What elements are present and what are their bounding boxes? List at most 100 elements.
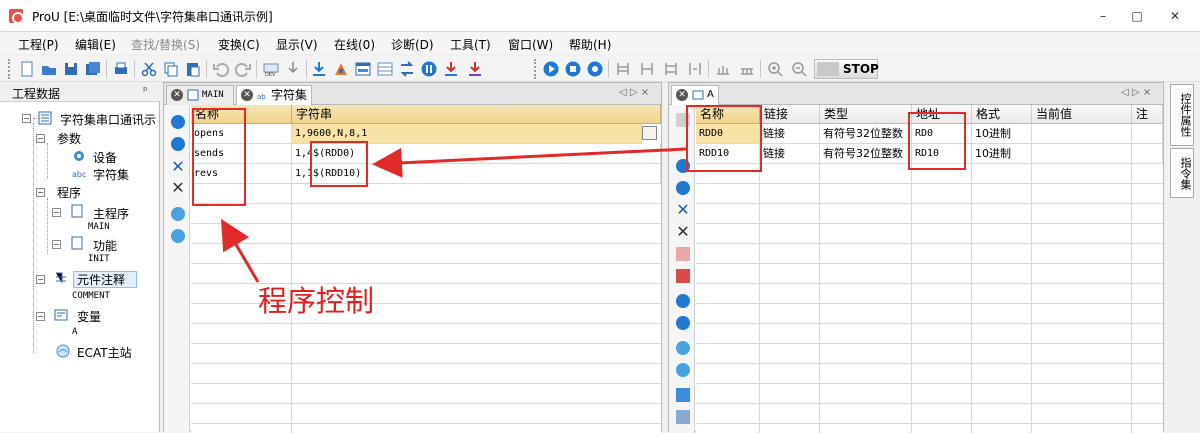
col-header-note[interactable]: 注	[1132, 105, 1163, 124]
pen-tool-icon[interactable]	[332, 60, 350, 78]
new-file-icon[interactable]	[18, 60, 36, 78]
root-collapse-toggle[interactable]: −	[22, 114, 31, 123]
download-icon[interactable]	[310, 60, 328, 78]
monitor-icon[interactable]	[284, 60, 302, 78]
var-row-format[interactable]: 10进制	[972, 124, 1032, 144]
var-row-note[interactable]	[1132, 144, 1163, 164]
delete-row-icon[interactable]: ✕	[676, 202, 690, 218]
var-row-current[interactable]	[1032, 144, 1132, 164]
tree-root-project[interactable]: 字符集串口通讯示	[60, 111, 156, 128]
copy-icon[interactable]	[162, 60, 180, 78]
tree-device[interactable]: 设备	[93, 149, 117, 166]
maximize-button[interactable]: □	[1122, 6, 1152, 26]
tab-charset[interactable]: ✕ ab 字符集	[236, 85, 312, 106]
tree-main-program[interactable]: 主程序	[93, 205, 129, 222]
tree-variables[interactable]: 变量	[77, 308, 101, 325]
delete-row-icon[interactable]: ✕	[171, 159, 185, 175]
run-icon[interactable]	[542, 60, 560, 78]
ladder-4-icon[interactable]	[686, 60, 704, 78]
ladder-3-icon[interactable]	[662, 60, 680, 78]
col-header-string[interactable]: 字符串	[292, 105, 661, 124]
tab-control-properties[interactable]: 控件属性	[1170, 84, 1194, 146]
dev-icon[interactable]: DEV	[262, 60, 280, 78]
import-icon[interactable]	[171, 207, 185, 221]
col-header-type[interactable]: 类型	[820, 105, 912, 124]
clear-row-icon[interactable]: ✕	[171, 180, 185, 196]
var-row-link[interactable]: 链接	[760, 144, 820, 164]
close-button[interactable]: ✕	[1160, 6, 1190, 26]
vars-collapse-toggle[interactable]: −	[36, 312, 45, 321]
move-up-icon[interactable]	[171, 115, 185, 129]
cut-icon[interactable]	[140, 60, 158, 78]
export-icon[interactable]	[676, 363, 690, 377]
menu-edit[interactable]: 编辑(E)	[75, 36, 116, 53]
save-icon[interactable]	[62, 60, 80, 78]
print-icon[interactable]	[112, 60, 130, 78]
tab-main[interactable]: ✕ MAIN	[166, 85, 234, 105]
grid-2-icon[interactable]	[738, 60, 756, 78]
tree-init[interactable]: INIT	[88, 254, 110, 264]
tab-nav-controls[interactable]: ◁ ▷ ×	[1121, 87, 1151, 98]
var-row-link[interactable]: 链接	[760, 124, 820, 144]
tab-close-icon[interactable]: ✕	[676, 89, 688, 101]
tab-instruction-set[interactable]: 指令集	[1170, 148, 1194, 198]
open-folder-icon[interactable]	[40, 60, 58, 78]
col-header-link[interactable]: 链接	[760, 105, 820, 124]
tree-charset[interactable]: 字符集	[93, 166, 129, 183]
list-a-icon[interactable]	[676, 410, 690, 424]
download-red-icon[interactable]	[466, 60, 484, 78]
tree-ecat-master[interactable]: ECAT主站	[77, 344, 132, 361]
tab-close-icon[interactable]: ✕	[171, 89, 183, 101]
tab-close-icon[interactable]: ✕	[241, 89, 253, 101]
move-down-icon[interactable]	[676, 181, 690, 195]
plc-stop-indicator[interactable]: STOP	[814, 59, 879, 79]
save-all-icon[interactable]	[84, 60, 102, 78]
menu-online[interactable]: 在线(0)	[334, 36, 375, 53]
var-row-format[interactable]: 10进制	[972, 144, 1032, 164]
layout-icon[interactable]	[354, 60, 372, 78]
programs-collapse-toggle[interactable]: −	[36, 188, 45, 197]
col-header-format[interactable]: 格式	[972, 105, 1032, 124]
paste-icon[interactable]	[184, 60, 202, 78]
menu-tools[interactable]: 工具(T)	[450, 36, 491, 53]
var-row-type[interactable]: 有符号32位整数	[820, 124, 912, 144]
import-icon[interactable]	[676, 341, 690, 355]
zoom-out-icon[interactable]	[790, 60, 808, 78]
grid-1-icon[interactable]	[714, 60, 732, 78]
tree-programs[interactable]: 程序	[57, 184, 81, 201]
minimize-button[interactable]: –	[1088, 6, 1118, 26]
ladder-2-icon[interactable]	[638, 60, 656, 78]
tree-function[interactable]: 功能	[93, 237, 117, 254]
split-icon[interactable]	[676, 247, 690, 261]
tab-var-a[interactable]: ✕ A	[671, 85, 719, 106]
ladder-1-icon[interactable]	[614, 60, 632, 78]
main-prog-collapse-toggle[interactable]: −	[52, 208, 61, 217]
col-header-current[interactable]: 当前值	[1032, 105, 1132, 124]
tree-comment[interactable]: COMMENT	[72, 291, 110, 301]
clear-row-icon[interactable]: ✕	[676, 224, 690, 240]
transfer-icon[interactable]	[398, 60, 416, 78]
list-icon[interactable]	[676, 388, 690, 402]
tree-var-a[interactable]: A	[72, 327, 77, 337]
run-icon[interactable]	[676, 294, 690, 308]
step-icon[interactable]	[586, 60, 604, 78]
cell-dropdown-button[interactable]	[642, 126, 657, 140]
menu-window[interactable]: 窗口(W)	[508, 36, 553, 53]
var-row-type[interactable]: 有符号32位整数	[820, 144, 912, 164]
export-icon[interactable]	[171, 229, 185, 243]
var-row-current[interactable]	[1032, 124, 1132, 144]
stop-icon[interactable]	[564, 60, 582, 78]
toolbar-grip[interactable]	[8, 59, 11, 79]
move-down-icon[interactable]	[171, 137, 185, 151]
toolbar-grip[interactable]	[534, 59, 537, 79]
menu-view[interactable]: 显示(V)	[276, 36, 318, 53]
comment-collapse-toggle[interactable]: −	[36, 275, 45, 284]
table-icon[interactable]	[376, 60, 394, 78]
menu-project[interactable]: 工程(P)	[18, 36, 59, 53]
tree-component-comment[interactable]: 元件注释	[77, 271, 125, 288]
zoom-in-icon[interactable]	[766, 60, 784, 78]
merge-icon[interactable]	[676, 269, 690, 283]
tree-params[interactable]: 参数	[57, 130, 81, 147]
redo-icon[interactable]	[234, 60, 252, 78]
undo-icon[interactable]	[212, 60, 230, 78]
